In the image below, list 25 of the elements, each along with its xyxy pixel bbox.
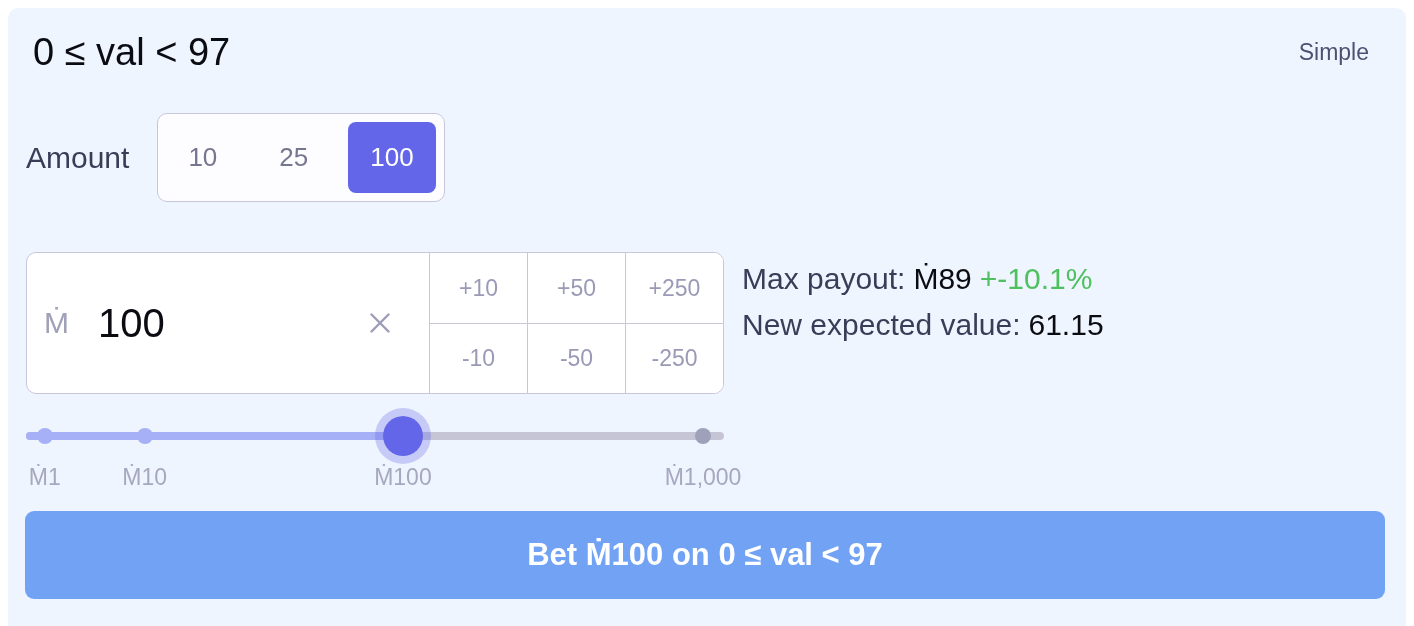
quick-adjust-button[interactable]: -10 (429, 323, 527, 393)
quick-adjust-button[interactable]: -250 (625, 323, 723, 393)
slider-mark-dot-icon (695, 428, 712, 444)
amount-option[interactable]: 100 (348, 122, 436, 193)
close-icon (370, 313, 390, 333)
max-payout-label: Max payout: (742, 262, 906, 296)
bet-button[interactable]: Bet Ṁ100 on 0 ≤ val < 97 (25, 511, 1385, 599)
payout-change: +-10.1% (979, 262, 1093, 296)
slider-mark-label: Ṁ1 (28, 464, 61, 490)
expected-value: 61.15 (1028, 308, 1104, 342)
bet-title: 0 ≤ val < 97 (33, 31, 231, 73)
expected-value-label: New expected value: (742, 308, 1021, 342)
mode-toggle-link[interactable]: Simple (1298, 38, 1369, 66)
quick-adjust-button[interactable]: +250 (625, 253, 723, 323)
amount-option[interactable]: 25 (257, 122, 331, 193)
amount-option[interactable]: 10 (166, 122, 240, 193)
slider-mark-label: Ṁ10 (122, 464, 168, 490)
amount-input[interactable]: 100 (98, 299, 370, 347)
currency-symbol: Ṁ (44, 306, 70, 340)
amount-label: Amount (26, 140, 130, 175)
quick-adjust-button[interactable]: -50 (527, 323, 625, 393)
slider-mark-label: Ṁ100 (374, 464, 432, 490)
slider-mark-label: Ṁ1,000 (664, 464, 742, 490)
max-payout-value: Ṁ89 (913, 262, 972, 296)
clear-button[interactable] (370, 313, 390, 333)
